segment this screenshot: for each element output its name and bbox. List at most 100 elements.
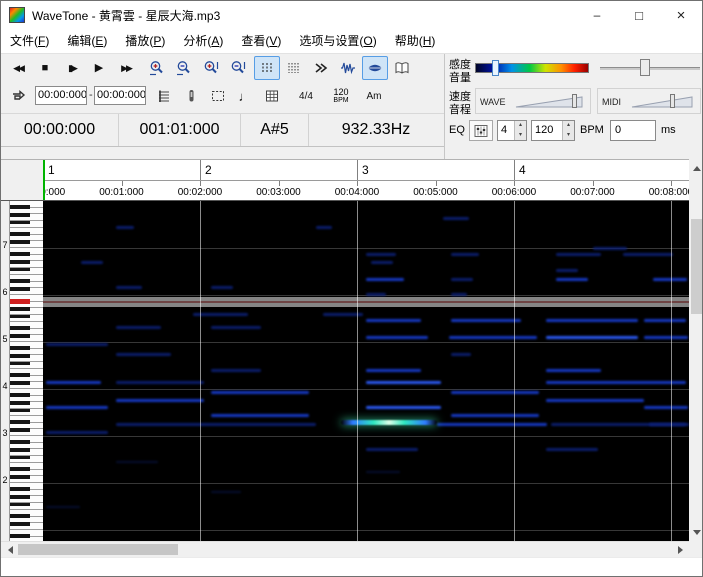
piano-key-black[interactable] [10,334,30,338]
close-button[interactable]: × [660,1,702,29]
piano-key-black[interactable] [10,373,30,377]
staff-view-button[interactable] [151,84,177,108]
spin-down-icon[interactable]: ▾ [563,131,574,141]
piano-key-black[interactable] [10,221,30,225]
piano-key-black[interactable] [10,440,30,444]
scroll-right-button[interactable] [672,542,689,558]
zoom-in-vertical-button[interactable] [198,56,224,80]
play-button[interactable]: ▶ [86,56,112,80]
minimize-button[interactable]: – [576,1,618,29]
piano-key-black[interactable] [10,393,30,397]
piano-keyboard[interactable] [9,201,43,541]
piano-key-black[interactable] [10,354,30,358]
menu-item-0[interactable]: 文件(F) [1,29,58,53]
piano-key-black[interactable] [10,346,30,350]
playhead-marker[interactable] [43,160,45,200]
spectrum-display-button[interactable] [362,56,388,80]
spin-up-icon[interactable]: ▴ [515,121,526,131]
piano-key-black[interactable] [10,401,30,405]
stop-button[interactable]: ■ [32,56,58,80]
scroll-down-button[interactable] [689,524,703,541]
piano-key-black[interactable] [10,522,30,526]
piano-key-black[interactable] [10,326,30,330]
piano-key-black[interactable] [10,503,30,507]
menu-item-4[interactable]: 查看(V) [232,29,290,53]
piano-key-black[interactable] [10,252,30,256]
horizontal-scrollbar[interactable] [1,541,689,557]
tempo-button[interactable]: 120 BPM [326,84,356,108]
piano-key-black[interactable] [10,428,30,432]
score-book-button[interactable] [389,56,415,80]
beats-spinner[interactable]: 4 ▴ ▾ [497,120,527,141]
menu-item-5[interactable]: 选项与设置(O) [290,29,385,53]
horizontal-scrollbar-thumb[interactable] [18,544,178,555]
vertical-scrollbar-thumb[interactable] [691,219,702,314]
spectrogram-view[interactable] [43,201,689,541]
wave-volume-thumb[interactable] [572,94,577,108]
volume-slider[interactable] [600,59,700,77]
pause-button[interactable]: ▮▶ [59,56,85,80]
piano-key-black[interactable] [10,240,30,244]
piano-key-black[interactable] [10,420,30,424]
piano-key-black[interactable] [10,362,30,366]
piano-key-black[interactable] [10,409,30,413]
piano-key-black[interactable] [10,514,30,518]
timeline-ruler[interactable]: 123400:00:00000:01:00000:02:00000:03:000… [1,159,689,201]
volume-slider-thumb[interactable] [640,59,650,76]
midi-volume-wedge[interactable] [630,93,696,111]
piano-key-black[interactable] [10,534,30,538]
menu-item-3[interactable]: 分析(A) [174,29,232,53]
midi-volume-thumb[interactable] [670,94,675,108]
note-list-button[interactable] [259,84,285,108]
selection-tool-button[interactable] [205,84,231,108]
piano-key-black[interactable] [10,205,30,209]
loop-end-field[interactable]: 00:00:000 [94,86,146,105]
loop-button[interactable] [5,84,31,108]
key-button[interactable]: Am [360,84,388,108]
ruler-scale[interactable]: 123400:00:00000:01:00000:02:00000:03:000… [43,160,689,200]
piano-key-black[interactable] [10,315,30,319]
zoom-out-horizontal-button[interactable] [171,56,197,80]
note-input-button[interactable]: ♩ [232,84,258,108]
vertical-scrollbar[interactable] [689,159,703,541]
piano-key-black[interactable] [10,287,30,291]
volume-slider-track[interactable] [600,67,700,70]
piano-key-black[interactable] [10,260,30,264]
spin-down-icon[interactable]: ▾ [515,131,526,141]
offset-field[interactable]: 0 [610,120,656,141]
piano-key-black[interactable] [10,279,30,283]
sensitivity-slider-thumb[interactable] [492,60,499,76]
piano-key-selected[interactable] [10,299,30,304]
maximize-button[interactable]: □ [618,1,660,29]
piano-key-black[interactable] [10,381,30,385]
piano-key-black[interactable] [10,467,30,471]
scroll-up-button[interactable] [689,159,703,176]
waveform-display-button[interactable] [335,56,361,80]
grid-lines-toggle-button[interactable] [254,56,280,80]
piano-key-black[interactable] [10,487,30,491]
eq-button[interactable] [469,120,493,141]
menu-item-1[interactable]: 编辑(E) [58,29,116,53]
piano-key-black[interactable] [10,213,30,217]
rewind-button[interactable]: ◀◀ [5,56,31,80]
tempo-spinner[interactable]: 120 ▴ ▾ [531,120,575,141]
zoom-out-vertical-button[interactable] [225,56,251,80]
spin-up-icon[interactable]: ▴ [563,121,574,131]
piano-key-black[interactable] [10,232,30,236]
sensitivity-slider[interactable] [475,61,589,75]
piano-key-black[interactable] [10,495,30,499]
piano-key-black[interactable] [10,307,30,311]
piano-key-black[interactable] [10,475,30,479]
beat-lines-toggle-button[interactable] [281,56,307,80]
piano-key-black[interactable] [10,268,30,272]
scroll-left-button[interactable] [1,542,18,558]
time-signature-button[interactable]: 4/4 [289,84,323,108]
menu-item-6[interactable]: 帮助(H) [386,29,445,53]
menu-item-2[interactable]: 播放(P) [116,29,174,53]
fast-forward-button[interactable]: ▶▶ [113,56,139,80]
piano-key-black[interactable] [10,456,30,460]
piano-key-black[interactable] [10,448,30,452]
marker-pen-button[interactable] [178,84,204,108]
auto-scroll-button[interactable] [308,56,334,80]
loop-start-field[interactable]: 00:00:000 [35,86,87,105]
